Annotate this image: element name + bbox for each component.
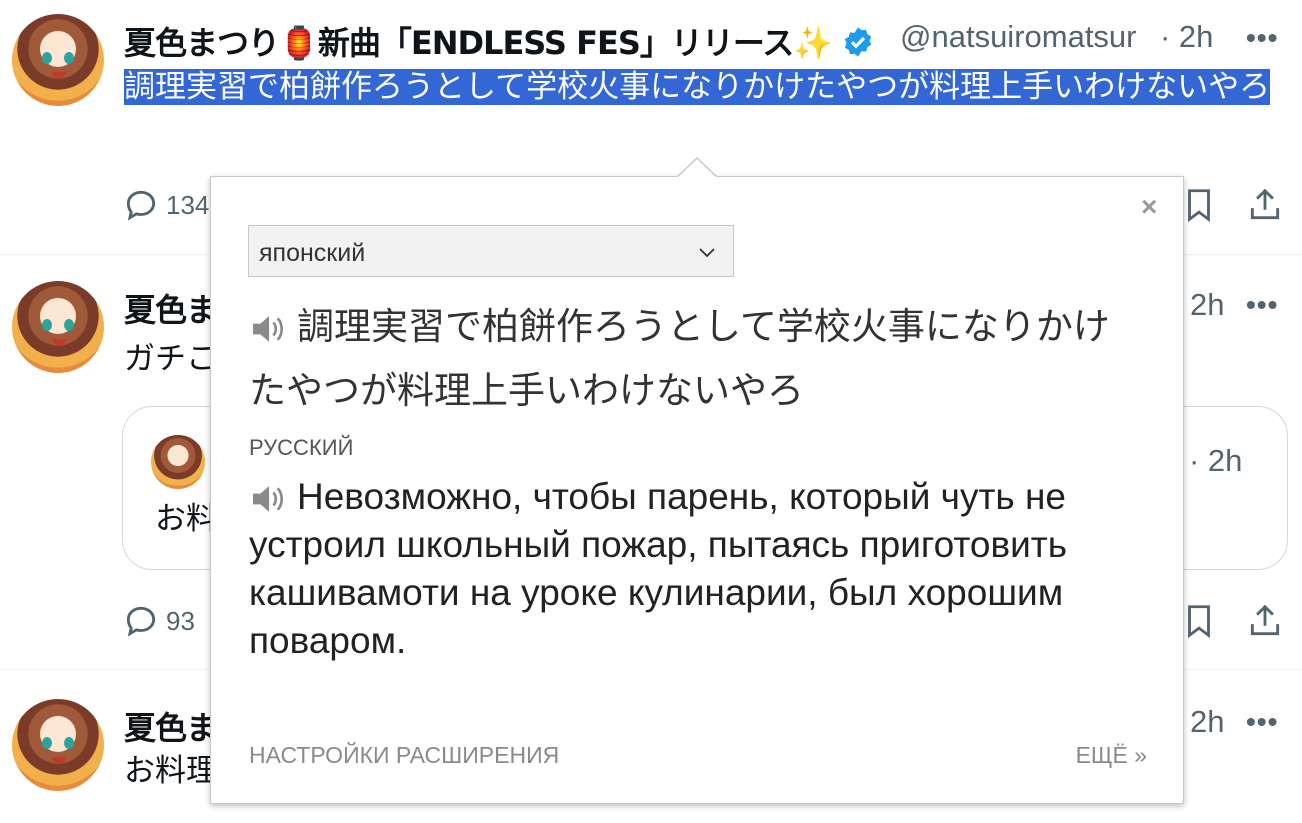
timestamp[interactable]: 2h xyxy=(1190,287,1224,323)
avatar[interactable] xyxy=(12,699,104,791)
quote-text: お料 xyxy=(155,501,217,537)
bookmark-icon xyxy=(1188,605,1210,639)
display-name-text: 夏色まつり🏮新曲「ENDLESS FES」リリース✨ xyxy=(124,24,833,62)
reply-count: 134 xyxy=(166,189,210,220)
handle[interactable]: @natsuiromatsur xyxy=(900,19,1160,55)
target-language-label: РУССКИЙ xyxy=(249,435,354,460)
display-name[interactable]: 夏色まつり🏮新曲「ENDLESS FES」リリース✨ xyxy=(124,18,874,64)
speaker-icon[interactable] xyxy=(249,314,287,344)
source-text: 調理実習で柏餅作ろうとして学校火事になりかけたやつが料理上手いわけないやろ xyxy=(249,305,1110,412)
tweet-text: ガチこ xyxy=(124,341,217,377)
source-language-select[interactable]: японский xyxy=(248,225,734,277)
reply-icon xyxy=(126,190,156,221)
share-button[interactable] xyxy=(1246,602,1284,640)
source-language-value: японский xyxy=(259,239,366,267)
popup-pointer-fill xyxy=(678,159,716,177)
reply-button[interactable]: 93 xyxy=(122,602,195,640)
source-text-block: 調理実習で柏餅作ろうとして学校火事になりかけたやつが料理上手いわけないやろ xyxy=(249,295,1139,423)
speaker-icon[interactable] xyxy=(249,484,287,514)
timestamp[interactable]: 2h xyxy=(1190,704,1224,740)
verified-badge-icon xyxy=(845,27,872,57)
more-options-icon[interactable]: ••• xyxy=(1246,289,1278,321)
share-button[interactable] xyxy=(1246,186,1284,224)
more-options-icon[interactable]: ••• xyxy=(1246,22,1278,54)
quote-timestamp[interactable]: · 2h xyxy=(1189,443,1242,479)
more-link[interactable]: ЕЩЁ » xyxy=(1076,742,1147,769)
display-name[interactable]: 夏色ま xyxy=(124,703,218,749)
share-icon xyxy=(1250,188,1280,220)
translated-text-block: Невозможно, чтобы парень, который чуть н… xyxy=(249,473,1149,665)
reply-count: 93 xyxy=(166,605,195,636)
translated-text: Невозможно, чтобы парень, который чуть н… xyxy=(249,476,1067,661)
reply-button[interactable]: 134 xyxy=(122,186,209,224)
display-name[interactable]: 夏色ま xyxy=(124,285,218,331)
share-icon xyxy=(1250,604,1280,636)
bookmark-button[interactable] xyxy=(1180,186,1218,224)
selected-text: 調理実習で柏餅作ろうとして学校火事になりかけたやつが料理上手いわけないやろ xyxy=(124,69,1271,105)
timestamp[interactable]: · 2h xyxy=(1160,19,1213,55)
bookmark-button[interactable] xyxy=(1180,602,1218,640)
reply-icon xyxy=(126,606,156,637)
close-icon[interactable]: × xyxy=(1141,191,1157,223)
tweet-text: お料理 xyxy=(124,753,217,789)
translation-popup: × японский 調理実習で柏餅作ろうとして学校火事になりかけたやつが料理上… xyxy=(210,176,1184,804)
avatar[interactable] xyxy=(12,281,104,373)
tweet-text: 調理実習で柏餅作ろうとして学校火事になりかけたやつが料理上手いわけないやろ xyxy=(124,67,1274,109)
avatar[interactable] xyxy=(12,14,104,106)
quote-avatar xyxy=(151,435,205,489)
bookmark-icon xyxy=(1188,189,1210,223)
chevron-down-icon xyxy=(699,248,715,258)
more-options-icon[interactable]: ••• xyxy=(1246,706,1278,738)
extension-settings-link[interactable]: НАСТРОЙКИ РАСШИРЕНИЯ xyxy=(249,742,559,769)
